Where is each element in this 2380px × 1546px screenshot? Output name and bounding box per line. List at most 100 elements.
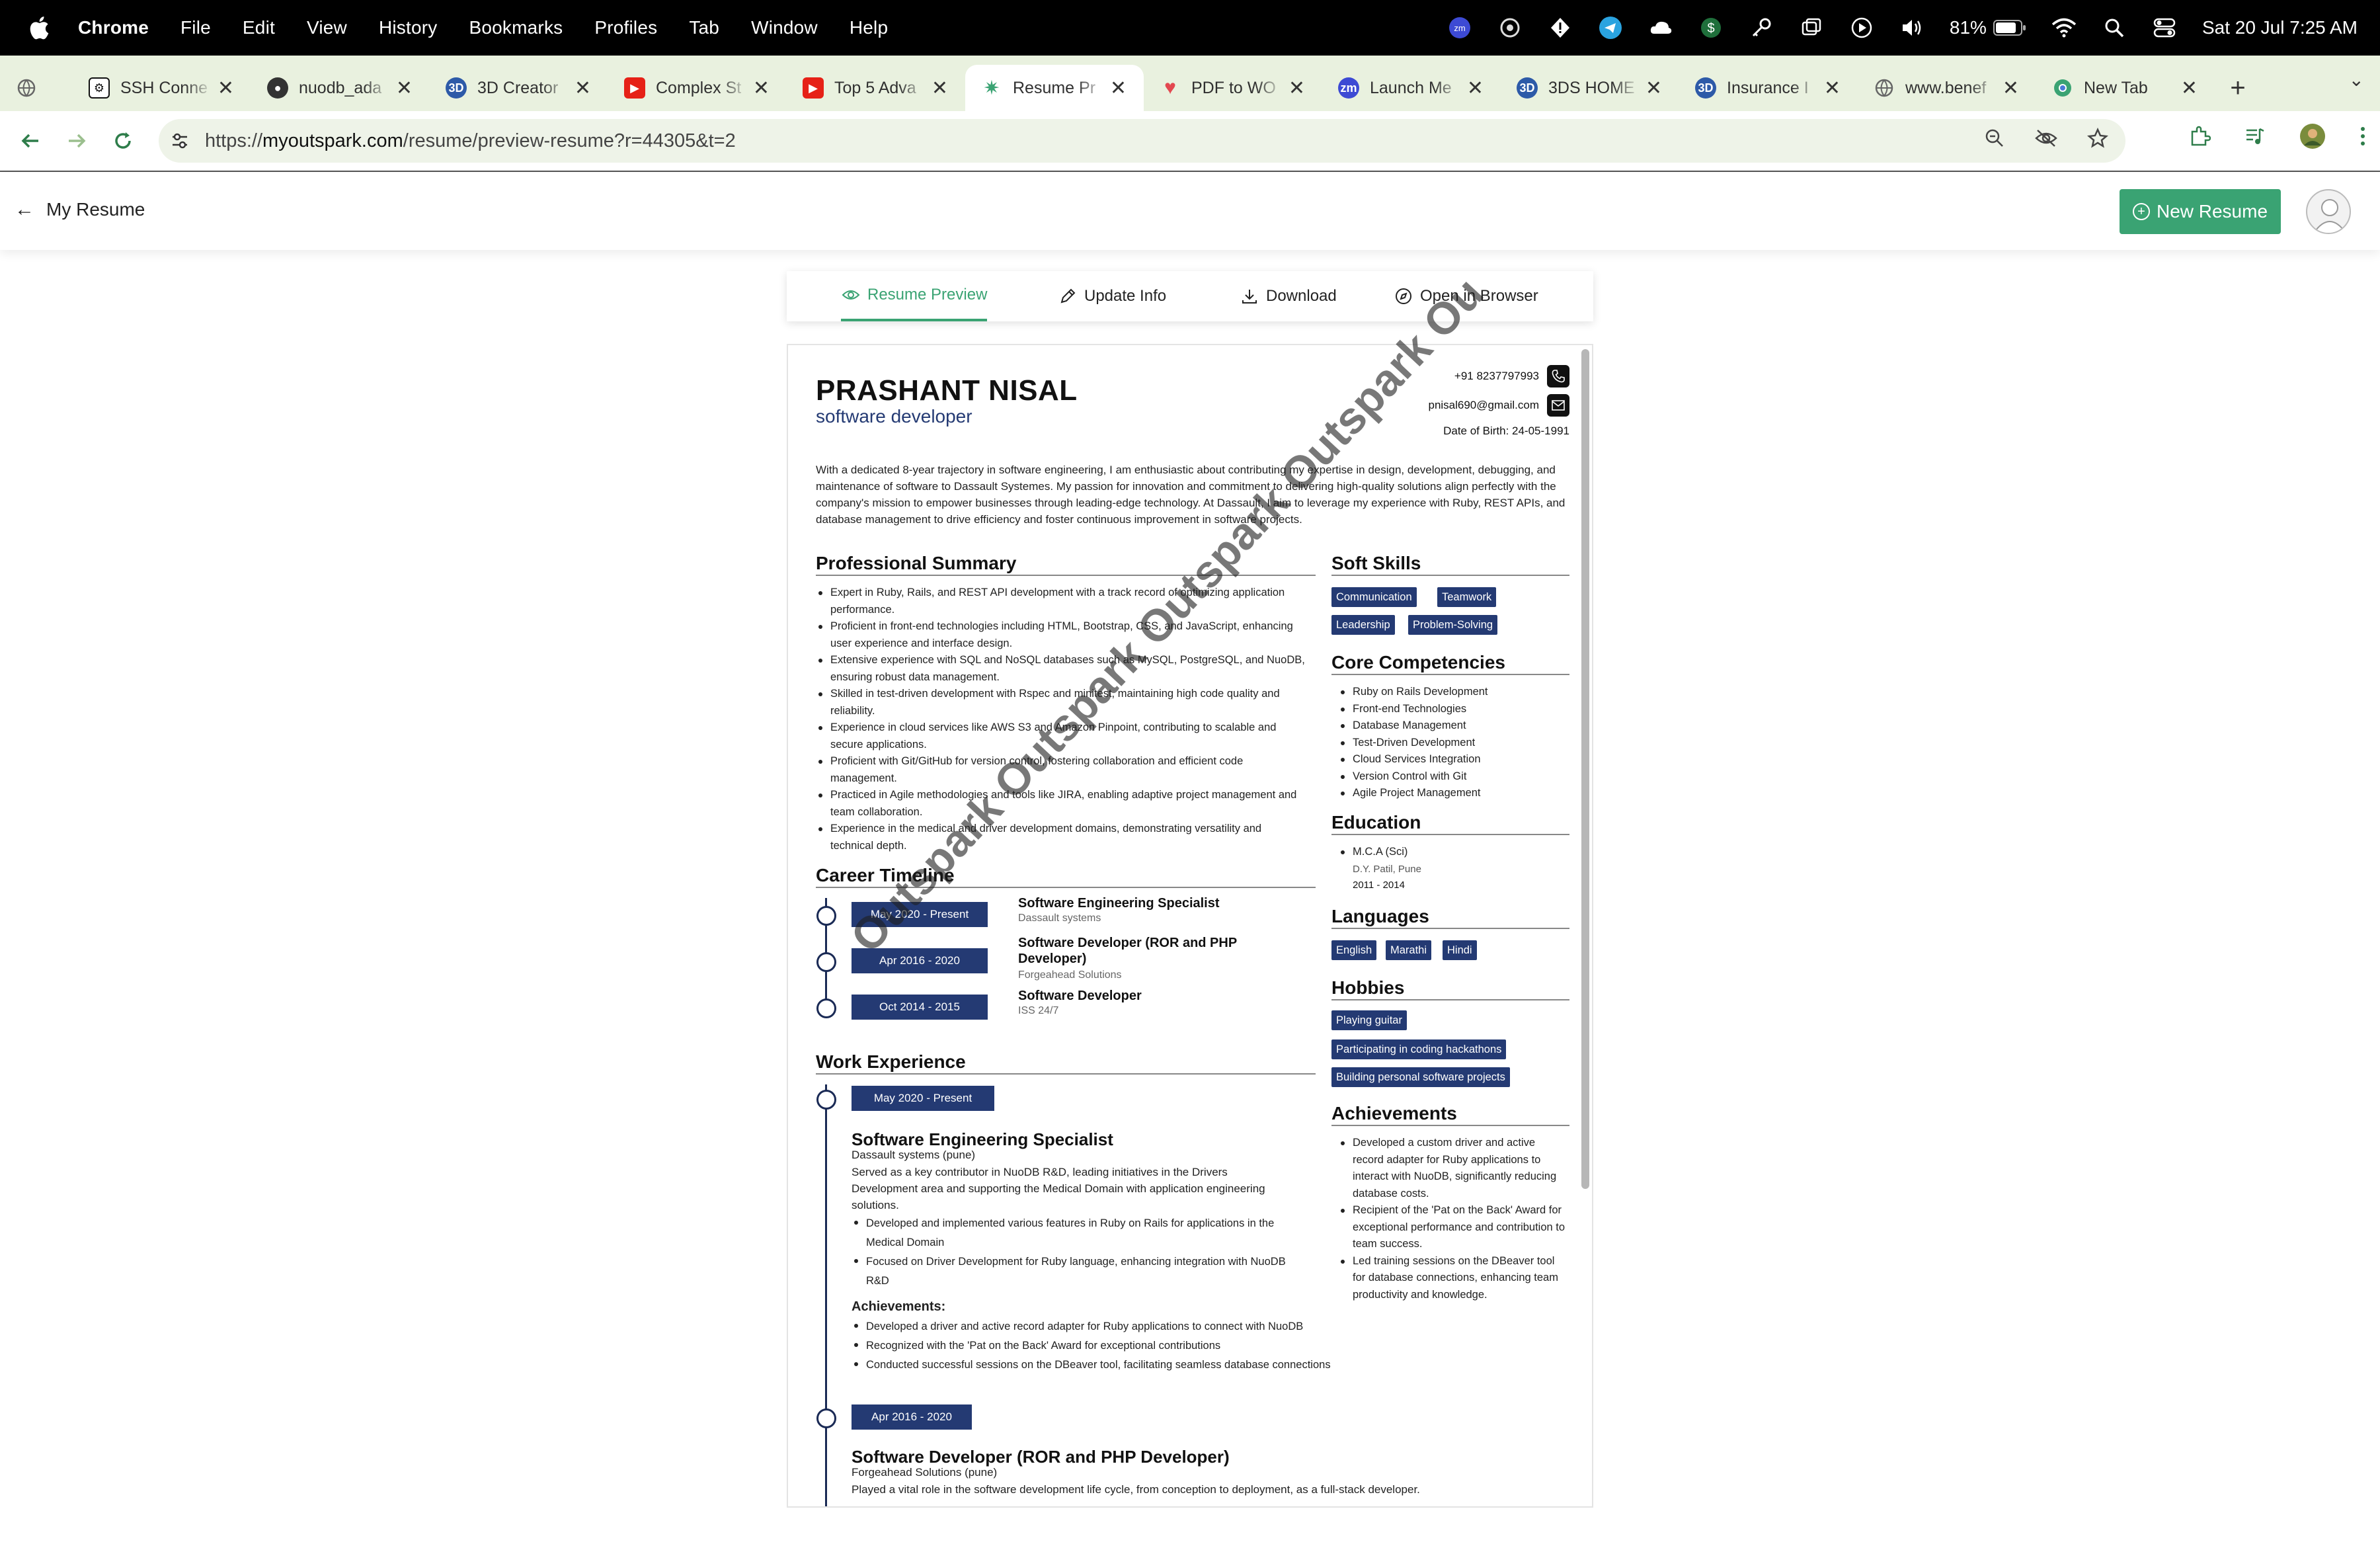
profile-avatar-icon[interactable] (2299, 123, 2326, 153)
timeline-dot (816, 906, 836, 926)
tab-title: nuodb_ada (299, 78, 382, 97)
key-status-icon[interactable] (1749, 15, 1774, 40)
tab-search-chevron-icon[interactable]: ⌄ (2349, 69, 2364, 91)
download-button[interactable]: Download (1240, 271, 1337, 321)
close-tab-icon[interactable]: ✕ (1467, 77, 1484, 100)
bookmark-star-icon[interactable] (2087, 127, 2108, 154)
macos-menubar: Chrome File Edit View History Bookmarks … (0, 0, 2380, 56)
tab-launch[interactable]: zm Launch Me ✕ (1322, 65, 1501, 111)
tab-title: Launch Me (1370, 78, 1452, 97)
cloud-status-icon[interactable] (1648, 15, 1673, 40)
list-item: Developed and implemented various featur… (852, 1214, 1288, 1252)
media-control-icon[interactable] (2244, 125, 2266, 151)
tab-nuodb[interactable]: ● nuodb_ada ✕ (251, 65, 430, 111)
forward-arrow-icon[interactable] (61, 125, 93, 157)
telegram-status-icon[interactable] (1598, 15, 1623, 40)
tab-3ds-home[interactable]: 3D 3DS HOME ✕ (1501, 65, 1679, 111)
language-chip: Hindi (1443, 940, 1477, 960)
control-center-icon[interactable] (2152, 15, 2177, 40)
user-avatar[interactable] (2306, 189, 2351, 234)
menu-history[interactable]: History (379, 17, 438, 38)
site-settings-icon[interactable] (167, 128, 193, 154)
menu-profiles[interactable]: Profiles (594, 17, 657, 38)
svg-text:$: $ (1707, 21, 1714, 36)
back-to-my-resume-link[interactable]: ← My Resume (15, 198, 145, 221)
menu-file[interactable]: File (180, 17, 211, 38)
close-tab-icon[interactable]: ✕ (932, 77, 948, 100)
back-arrow-icon[interactable] (15, 125, 46, 157)
work-company: Forgeahead Solutions (pune) (852, 1466, 998, 1479)
list-item: Cloud Services Integration (1338, 751, 1563, 768)
apple-logo-icon[interactable] (26, 15, 50, 41)
spotlight-search-icon[interactable] (2102, 15, 2127, 40)
new-tab-button[interactable]: + (2215, 65, 2261, 111)
menu-help[interactable]: Help (850, 17, 888, 38)
close-tab-icon[interactable]: ✕ (1824, 77, 1841, 100)
close-tab-icon[interactable]: ✕ (2003, 77, 2019, 100)
clock[interactable]: Sat 20 Jul 7:25 AM (2202, 17, 2358, 38)
dob-text: Date of Birth: 24-05-1991 (1443, 425, 1569, 437)
tab-resume-preview-action[interactable]: Resume Preview (841, 271, 988, 321)
tab-benef[interactable]: www.benef ✕ (1858, 65, 2036, 111)
close-tab-icon[interactable]: ✕ (218, 77, 234, 100)
url-domain: myoutspark.com (262, 130, 403, 151)
privacy-status-icon[interactable] (1497, 15, 1523, 40)
close-tab-icon[interactable]: ✕ (1110, 77, 1127, 100)
menu-bookmarks[interactable]: Bookmarks (469, 17, 563, 38)
eye-off-icon[interactable] (2034, 128, 2058, 154)
url-bar[interactable]: https://myoutspark.com/resume/preview-re… (159, 119, 2125, 163)
menu-window[interactable]: Window (751, 17, 818, 38)
soft-skill-chip: Teamwork (1437, 587, 1497, 607)
extensions-puzzle-icon[interactable] (2188, 125, 2211, 151)
menu-view[interactable]: View (307, 17, 347, 38)
timeline-title: Software Developer (1018, 989, 1142, 1003)
chrome-menu-icon[interactable] (2359, 125, 2367, 151)
hobbies-heading: Hobbies (1331, 977, 1569, 1000)
update-info-label: Update Info (1084, 287, 1167, 305)
tab-pdf[interactable]: ♥ PDF to WO ✕ (1144, 65, 1322, 111)
tab-resume-preview[interactable]: ✷ Resume Pr ✕ (965, 65, 1144, 111)
openai-icon: ⚙ (89, 77, 110, 99)
battery-icon (1993, 20, 2026, 36)
new-resume-button[interactable]: + New Resume (2120, 189, 2281, 234)
menu-app-name[interactable]: Chrome (78, 17, 149, 38)
reload-icon[interactable] (107, 125, 139, 157)
alert-status-icon[interactable] (1548, 15, 1573, 40)
work-company: Dassault systems (pune) (852, 1149, 976, 1161)
zoom-status-icon[interactable]: zm (1447, 15, 1472, 40)
open-in-browser-button[interactable]: Open in Browser (1394, 271, 1538, 321)
close-tab-icon[interactable]: ✕ (1646, 77, 1662, 100)
tab-top5[interactable]: ▶ Top 5 Adva ✕ (787, 65, 965, 111)
battery-indicator[interactable]: 81% (1950, 17, 2026, 38)
dollar-status-icon[interactable]: $ (1698, 15, 1724, 40)
menu-edit[interactable]: Edit (243, 17, 275, 38)
tab-new[interactable]: New Tab ✕ (2036, 65, 2215, 111)
close-tab-icon[interactable]: ✕ (2181, 77, 2198, 100)
timeline-company: Forgeahead Solutions (1018, 969, 1122, 981)
play-status-icon[interactable] (1849, 15, 1874, 40)
tab-complex[interactable]: ▶ Complex St ✕ (608, 65, 787, 111)
tab-3d-creator[interactable]: 3D 3D Creator ✕ (430, 65, 608, 111)
list-item: Recognized with the 'Pat on the Back' Aw… (852, 1336, 1447, 1356)
close-tab-icon[interactable]: ✕ (575, 77, 591, 100)
soft-skills-heading: Soft Skills (1331, 553, 1569, 576)
resume-scrollbar[interactable] (1581, 349, 1589, 1189)
tab-ssh[interactable]: ⚙ SSH Conne ✕ (73, 65, 251, 111)
professional-summary-heading: Professional Summary (816, 553, 1316, 576)
close-tab-icon[interactable]: ✕ (753, 77, 770, 100)
zoom-lens-icon[interactable] (1984, 128, 2005, 154)
close-tab-icon[interactable]: ✕ (1289, 77, 1305, 100)
work-bullet-list: Developed and implemented various featur… (852, 1214, 1288, 1291)
close-tab-icon[interactable]: ✕ (396, 77, 413, 100)
window-status-icon[interactable] (1799, 15, 1824, 40)
globe-icon (16, 77, 37, 99)
volume-icon[interactable] (1899, 15, 1924, 40)
tab-insurance[interactable]: 3D Insurance I ✕ (1679, 65, 1858, 111)
tab-pinned-globe[interactable] (0, 65, 73, 111)
menu-tab[interactable]: Tab (689, 17, 719, 38)
phone-text: +91 8237797993 (1454, 370, 1539, 382)
wifi-icon[interactable] (2051, 15, 2077, 40)
list-item: Extensive experience with SQL and NoSQL … (816, 652, 1305, 686)
list-item: Experience in cloud services like AWS S3… (816, 719, 1305, 753)
update-info-button[interactable]: Update Info (1058, 271, 1166, 321)
